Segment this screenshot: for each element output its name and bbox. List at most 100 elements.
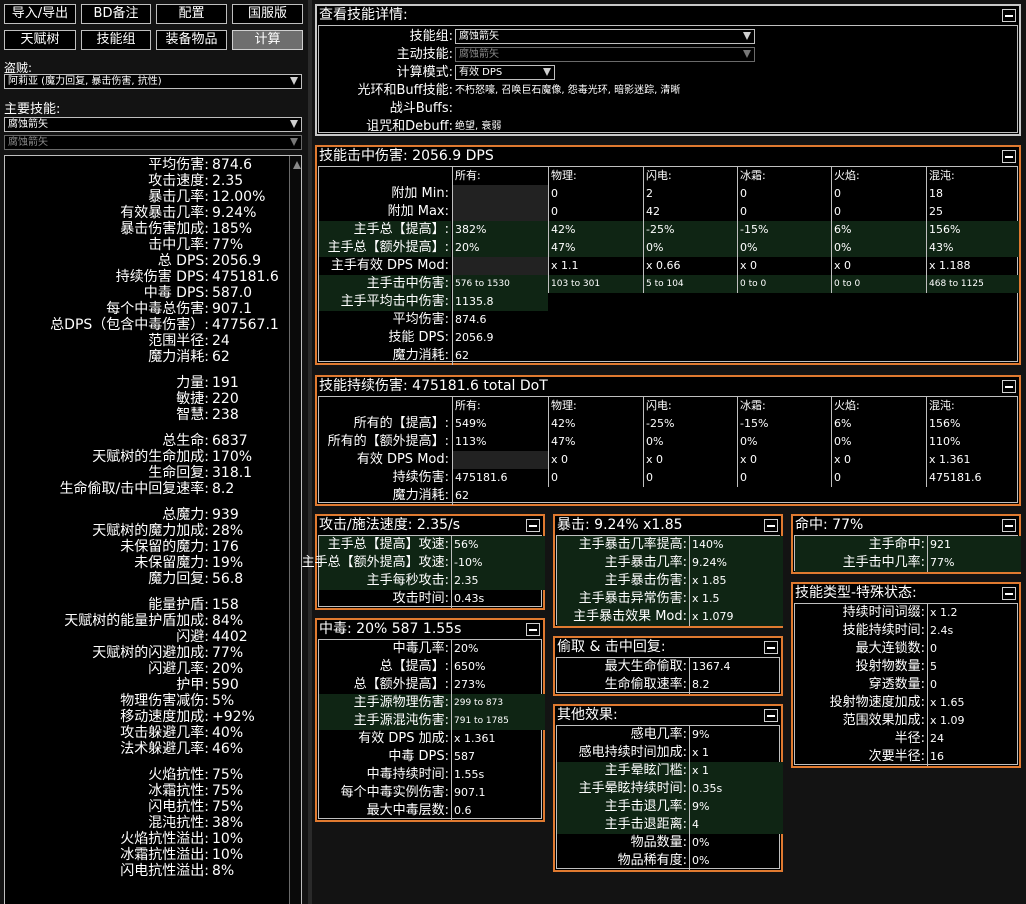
stat-label: 中毒几率: [392,641,449,656]
collapse-icon[interactable] [1002,150,1016,163]
stat-value: 46% [212,741,244,757]
table-row: 附加 Max: 0 42 0 0 25 [319,203,1017,221]
stat-value: 10% [212,831,244,847]
stat-label: 主手源物理伤害: [353,695,449,710]
stat-row: 护甲: 590 [5,677,301,693]
collapse-icon[interactable] [764,519,778,532]
attack-speed-panel: 攻击/施法速度: 2.35/s 主手总【提高】攻速: 56% 主手总【额外提高】攻速:… [302,514,545,610]
stat-row: 冰霜抗性: 75% [5,783,301,799]
main-skill-dropdown[interactable]: 腐蚀箭矢 [4,117,302,132]
stat-label: 总【提高】: [379,659,449,674]
stats-scrollbar[interactable] [289,156,301,904]
stat-value: 0% [689,852,783,870]
collapse-icon[interactable] [1002,380,1016,393]
dropdown-value: 有效 DPS [459,67,503,78]
skill-detail-label: 主动技能: [396,47,453,62]
tab-passive-tree[interactable]: 天赋树 [4,30,76,50]
collapse-icon[interactable] [764,709,778,722]
stat-row: 生命偷取/击中回复速率: 8.2 [5,481,301,497]
stat-row: 持续伤害 DPS: 475181.6 [5,269,301,285]
collapse-icon[interactable] [764,641,778,654]
stat-value: 2.4s [927,622,1021,640]
table-cell: 103 to 301 [548,275,643,293]
stat-row: 未保留的魔力: 176 [5,539,301,555]
stat-row: 主手总【额外提高】攻速: [302,554,451,572]
chevron-down-icon [290,120,298,128]
collapse-icon[interactable] [1002,587,1016,600]
config-button[interactable]: 配置 [156,4,227,24]
row-label: 主手平均击中伤害: [319,293,451,311]
skill-detail-label: 光环和Buff技能: [357,83,454,98]
table-cell: 47% [548,433,643,451]
stat-row: 攻击速度: 2.35 [5,173,301,189]
stat-row: 暴击伤害加成: 185% [5,221,301,237]
stat-label: 火焰抗性: [148,767,209,783]
stat-row: 穿透数量: [795,676,927,694]
collapse-icon[interactable] [526,519,540,532]
table-row: 所有的【提高】: 549% 42% -25% -15% 6% 156% [319,415,1017,433]
import-export-button[interactable]: 导入/导出 [4,4,76,24]
column-header: 火焰: [831,397,926,415]
other-effects-panel: 其他效果: 感电几率: 9% 感电持续时间加成: x 1 主手晕眩门槛: x 1 主手晕眩持续… [553,704,783,872]
collapse-icon[interactable] [526,623,540,636]
stat-label: 主手命中: [868,537,925,552]
stat-value: 75% [212,767,244,783]
stat-label: 穿透数量: [868,677,925,692]
stat-value: 2.35 [212,173,244,189]
table-cell: 576 to 1530 [452,275,548,293]
crit-panel: 暴击: 9.24% x1.85 主手暴击几率提高: 140% 主手暴击几率: 9.24%… [553,514,783,628]
table-cell: 42 [643,203,737,221]
collapse-icon[interactable] [1002,9,1016,22]
collapse-icon[interactable] [1002,519,1016,532]
tab-skills[interactable]: 技能组 [81,30,151,50]
stat-value: x 1.2 [927,604,1021,622]
stat-row: 移动速度加成: +92% [5,709,301,725]
skill-detail-panel: 查看技能详情: 技能组: 腐蚀箭矢 主动技能: 腐蚀箭矢 计算模式: 有效 DPS 光环和B… [315,4,1021,136]
stat-row: 击中几率: 77% [5,237,301,253]
stat-row: 投射物速度加成: [795,694,927,712]
stat-label: 总【额外提高】: [353,677,449,692]
table-cell: 0% [737,239,831,257]
stat-label: 物品数量: [630,835,687,850]
stat-label: 攻击躲避几率: [120,725,209,741]
hit-damage-table: 所有: 物理: 闪电: 冰霜: 火焰: 混沌: 附加 Min: 0 2 0 0 18 附加 Max: 0 4… [318,166,1019,365]
stat-label: 总 DPS: [157,253,209,269]
skill-detail-dropdown[interactable]: 腐蚀箭矢 [455,29,755,44]
stat-label: 最大生命偷取: [604,659,687,674]
stat-row: 攻击时间: [319,590,451,608]
skill-detail-label: 技能组: [409,29,453,44]
pane-divider[interactable] [308,0,312,904]
stat-row: 智慧: 238 [5,407,301,423]
stat-label: 平均伤害: [148,157,209,173]
stat-row: 物品数量: [557,834,689,852]
stat-row: 有效 DPS 加成: [319,730,451,748]
table-cell: 110% [926,433,1019,451]
stat-row: 中毒几率: [319,640,451,658]
stat-label: 中毒 DPS: [388,749,449,764]
stat-row: 持续时间词缀: [795,604,927,622]
stat-label: 主手晕眩持续时间: [578,781,687,796]
stat-row: 有效暴击几率: 9.24% [5,205,301,221]
scroll-up-icon[interactable] [293,161,301,169]
stat-label: 投射物速度加成: [829,695,925,710]
dropdown-value: 腐蚀箭矢 [459,49,499,60]
poison-panel: 中毒: 20% 587 1.55s 中毒几率: 20% 总【提高】: 650% 总【额外提… [315,618,545,822]
skill-detail-dropdown[interactable]: 有效 DPS [455,65,555,80]
stat-row: 最大生命偷取: [557,658,689,676]
stat-value: 907.1 [451,784,545,802]
table-cell: 0 [737,203,831,221]
stat-value: x 1.09 [927,712,1021,730]
tab-items[interactable]: 装备物品 [156,30,227,50]
stat-value: 0.35s [689,780,783,798]
cn-server-button[interactable]: 国服版 [232,4,303,24]
bandit-dropdown[interactable]: 阿莉亚 (魔力回复, 暴击伤害, 抗性) [4,74,302,89]
tab-calcs[interactable]: 计算 [232,30,303,50]
stat-label: 主手晕眩门槛: [604,763,687,778]
dot-damage-title: 技能持续伤害: 475181.6 total DoT [319,378,548,394]
leech-panel: 偷取 & 击中回复: 最大生命偷取: 1367.4 生命偷取速率: 8.2 [553,636,783,696]
build-notes-button[interactable]: BD备注 [81,4,151,24]
stat-label: 主手击中几率: [842,555,925,570]
stat-label: 生命偷取速率: [604,677,687,692]
table-cell: 25 [926,203,1019,221]
stat-value: 4 [689,816,783,834]
